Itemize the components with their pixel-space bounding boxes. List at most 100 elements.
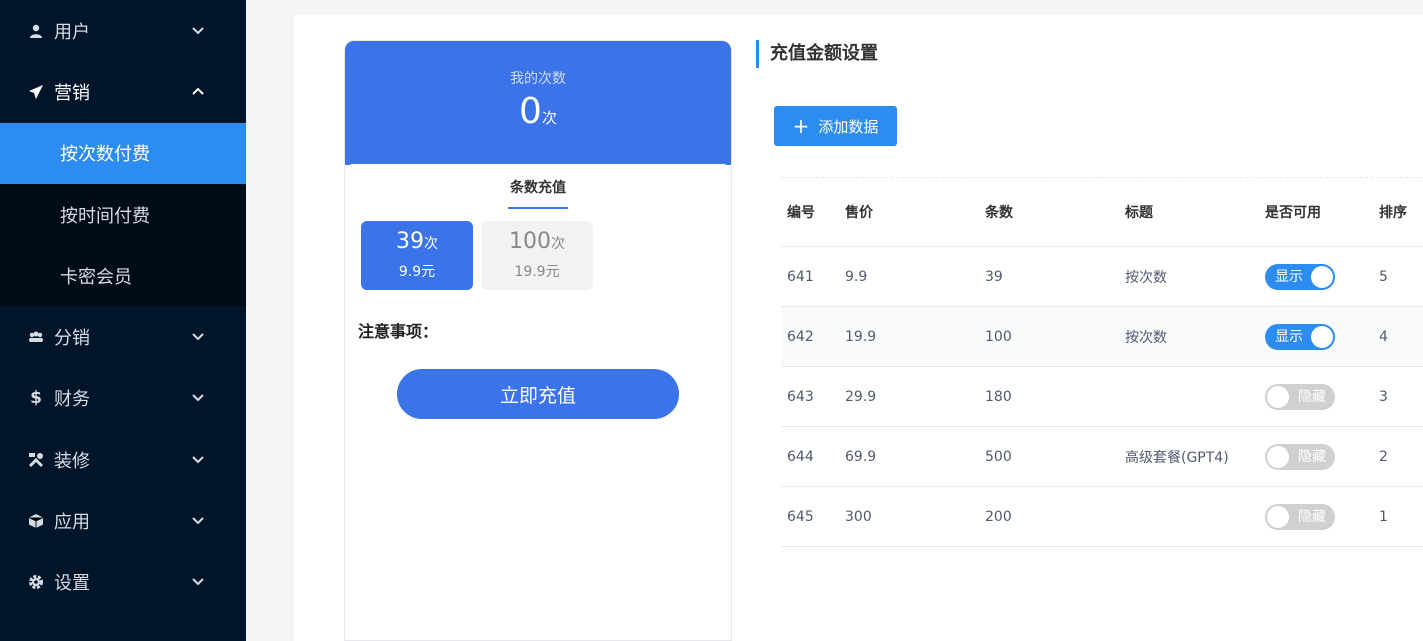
add-data-button[interactable]: + 添加数据 <box>774 106 897 146</box>
column-header[interactable]: 售价 <box>845 178 873 246</box>
group-icon <box>27 328 45 346</box>
column-header[interactable]: 条数 <box>985 178 1013 246</box>
cell-count: 500 <box>985 448 1012 465</box>
sidebar-item-label: 用户 <box>54 21 90 43</box>
toggle-label: 隐藏 <box>1298 388 1326 405</box>
sidebar-item-card-member[interactable]: 卡密会员 <box>0 245 246 306</box>
sidebar-item-distribution[interactable]: 分销 <box>0 306 246 367</box>
sidebar-item-label: 应用 <box>54 512 90 534</box>
cell-sort: 1 <box>1379 508 1388 525</box>
column-header[interactable]: 编号 <box>787 178 815 246</box>
toggle-knob <box>1267 445 1289 468</box>
package-options: 39次 9.9元 100次 19.9元 <box>345 209 731 290</box>
count-unit: 次 <box>541 109 557 127</box>
cell-title: 按次数 <box>1125 329 1167 346</box>
sidebar-item-marketing[interactable]: 营销 <box>0 61 246 122</box>
plus-icon: + <box>792 114 810 138</box>
tools-icon <box>27 451 45 469</box>
marketing-submenu: 按次数付费 按时间付费 卡密会员 <box>0 122 246 307</box>
cell-id: 643 <box>787 388 814 405</box>
sidebar: 用户 营销 按次数付费 按时间付费 卡密会员 分销 $ 财务 装修 应用 设置 <box>0 0 246 641</box>
table-row: 643 29.9 180 隐藏 3 <box>781 367 1423 427</box>
section-title: 充值金额设置 <box>756 40 878 68</box>
cell-id: 641 <box>787 268 814 285</box>
chevron-down-icon <box>192 456 204 464</box>
cell-price: 69.9 <box>845 448 877 465</box>
sidebar-item-decoration[interactable]: 装修 <box>0 429 246 490</box>
toggle-label: 隐藏 <box>1298 448 1326 465</box>
cell-id: 642 <box>787 328 814 345</box>
cell-sort: 4 <box>1379 328 1388 345</box>
chevron-down-icon <box>192 333 204 341</box>
enabled-toggle[interactable]: 隐藏 <box>1265 383 1335 410</box>
price-table: 编号 售价 条数 标题 是否可用 排序 641 9.9 39 按次数 显示 5 … <box>781 177 1423 547</box>
cell-price: 300 <box>845 508 872 525</box>
enabled-toggle[interactable]: 隐藏 <box>1265 443 1335 470</box>
chevron-down-icon <box>192 394 204 402</box>
gear-icon <box>27 573 45 591</box>
sidebar-item-label: 分销 <box>54 328 90 350</box>
notice-heading: 注意事项： <box>358 322 439 341</box>
cell-sort: 5 <box>1379 268 1388 285</box>
user-icon <box>27 22 45 40</box>
option-price: 19.9元 <box>514 264 560 280</box>
phone-body: 条数充值 39次 9.9元 100次 19.9元 注意事项： 立即充值 <box>345 164 731 640</box>
phone-preview: 我的次数 0次 条数充值 39次 9.9元 100次 19.9元 注意事项： 立… <box>344 40 732 641</box>
toggle-knob <box>1267 505 1289 528</box>
package-option[interactable]: 100次 19.9元 <box>481 221 593 290</box>
add-data-label: 添加数据 <box>818 117 879 136</box>
table-row: 641 9.9 39 按次数 显示 5 <box>781 247 1423 307</box>
cell-title: 高级套餐(GPT4) <box>1125 449 1229 466</box>
option-count: 100 <box>509 229 551 254</box>
table-row: 644 69.9 500 高级套餐(GPT4) 隐藏 2 <box>781 427 1423 487</box>
cell-count: 200 <box>985 508 1012 525</box>
sidebar-item-label: 营销 <box>54 82 90 104</box>
cell-title: 按次数 <box>1125 269 1167 286</box>
enabled-toggle[interactable]: 隐藏 <box>1265 503 1335 530</box>
toggle-label: 隐藏 <box>1298 508 1326 525</box>
cell-price: 19.9 <box>845 328 877 345</box>
recharge-button[interactable]: 立即充值 <box>397 369 679 419</box>
cell-count: 39 <box>985 268 1003 285</box>
count-header: 我的次数 0次 <box>345 41 731 165</box>
toggle-knob <box>1311 325 1333 348</box>
option-price: 9.9元 <box>398 264 436 280</box>
toggle-label: 显示 <box>1275 268 1303 285</box>
sidebar-item-finance[interactable]: $ 财务 <box>0 368 246 429</box>
sidebar-item-settings[interactable]: 设置 <box>0 552 246 613</box>
toggle-knob <box>1311 265 1333 288</box>
table-row: 642 19.9 100 按次数 显示 4 <box>781 307 1423 367</box>
count-value: 0 <box>519 91 542 132</box>
cell-id: 644 <box>787 448 814 465</box>
column-header[interactable]: 是否可用 <box>1265 178 1321 246</box>
chevron-down-icon <box>192 517 204 525</box>
toggle-label: 显示 <box>1275 328 1303 345</box>
chevron-down-icon <box>192 26 204 35</box>
cell-price: 29.9 <box>845 388 877 405</box>
sidebar-item-user[interactable]: 用户 <box>0 0 246 61</box>
column-header[interactable]: 标题 <box>1125 178 1153 246</box>
enabled-toggle[interactable]: 显示 <box>1265 263 1335 290</box>
chevron-down-icon <box>192 578 204 586</box>
chevron-up-icon <box>192 87 204 95</box>
column-header[interactable]: 排序 <box>1379 178 1407 246</box>
enabled-toggle[interactable]: 显示 <box>1265 323 1335 350</box>
table-row: 645 300 200 隐藏 1 <box>781 487 1423 547</box>
toggle-knob <box>1267 385 1289 408</box>
package-option[interactable]: 39次 9.9元 <box>361 221 473 290</box>
sidebar-item-pay-per-time[interactable]: 按时间付费 <box>0 184 246 245</box>
table-header: 编号 售价 条数 标题 是否可用 排序 <box>781 178 1423 247</box>
sidebar-item-pay-per-count[interactable]: 按次数付费 <box>0 122 246 184</box>
sidebar-item-apps[interactable]: 应用 <box>0 490 246 551</box>
tab-recharge-count[interactable]: 条数充值 <box>345 164 731 197</box>
count-display: 0次 <box>345 92 731 138</box>
cell-price: 9.9 <box>845 268 868 285</box>
cell-sort: 3 <box>1379 388 1388 405</box>
cube-icon <box>27 512 45 530</box>
option-unit: 次 <box>424 236 438 252</box>
sidebar-item-label: 装修 <box>54 450 90 472</box>
cell-sort: 2 <box>1379 448 1388 465</box>
sidebar-item-label: 财务 <box>54 389 90 411</box>
paper-plane-icon <box>27 83 45 101</box>
sidebar-item-label: 设置 <box>54 573 90 595</box>
